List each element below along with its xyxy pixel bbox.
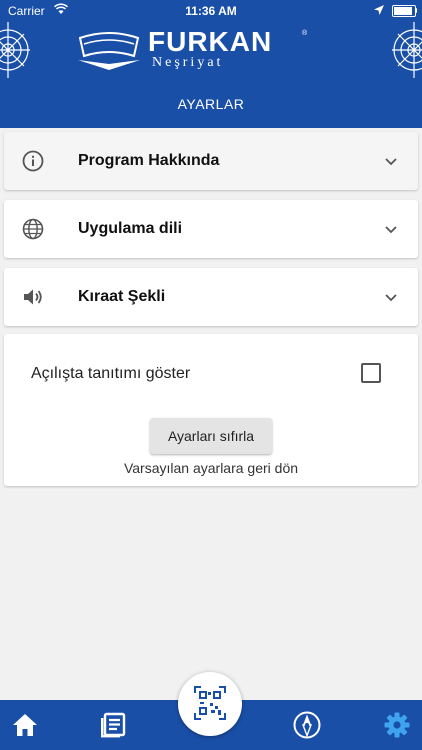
chevron-down-icon bbox=[385, 158, 397, 166]
reset-settings-button[interactable]: Ayarları sıfırla bbox=[150, 418, 272, 454]
brand-subtitle: Neşriyat bbox=[152, 55, 224, 70]
furkan-logo: FURKAN ® Neşriyat bbox=[74, 26, 334, 72]
section-program-info[interactable]: Program Hakkında bbox=[4, 132, 418, 190]
brand-name: FURKAN bbox=[148, 26, 273, 57]
app-header: Carrier 11:36 AM FURKAN ® Neşriyat AYARL… bbox=[0, 0, 422, 128]
location-icon bbox=[374, 4, 384, 18]
section-app-language[interactable]: Uygulama dili bbox=[4, 200, 418, 258]
battery-tip bbox=[415, 8, 417, 13]
page-title: AYARLAR bbox=[177, 96, 245, 112]
status-bar: Carrier 11:36 AM bbox=[0, 0, 422, 22]
ornament-left-icon bbox=[0, 22, 30, 78]
info-icon bbox=[22, 150, 44, 172]
globe-icon bbox=[22, 218, 44, 240]
compass-icon[interactable] bbox=[292, 710, 322, 740]
home-icon[interactable] bbox=[10, 710, 40, 740]
chevron-down-icon bbox=[385, 294, 397, 302]
ornament-right-icon bbox=[392, 22, 422, 78]
section-label: Program Hakkında bbox=[78, 152, 220, 169]
show-intro-label: Açılışta tanıtımı göster bbox=[31, 365, 191, 382]
section-recitation-style[interactable]: Kıraat Şekli bbox=[4, 268, 418, 326]
reset-description: Varsayılan ayarlara geri dön bbox=[123, 460, 299, 476]
settings-gear-icon[interactable] bbox=[382, 710, 412, 740]
registered-mark: ® bbox=[302, 30, 308, 37]
status-time: 11:36 AM bbox=[185, 4, 237, 18]
section-label: Uygulama dili bbox=[78, 220, 183, 237]
qr-scan-button[interactable] bbox=[178, 672, 242, 736]
volume-icon bbox=[24, 289, 42, 305]
chevron-down-icon bbox=[385, 226, 397, 234]
battery-icon bbox=[392, 5, 416, 17]
book-emblem-icon bbox=[78, 32, 140, 70]
qr-code-icon bbox=[194, 686, 226, 720]
show-intro-checkbox[interactable] bbox=[361, 363, 381, 383]
news-icon[interactable] bbox=[98, 710, 128, 740]
settings-card: Açılışta tanıtımı göster Ayarları sıfırl… bbox=[4, 334, 418, 486]
section-label: Kıraat Şekli bbox=[78, 288, 166, 305]
